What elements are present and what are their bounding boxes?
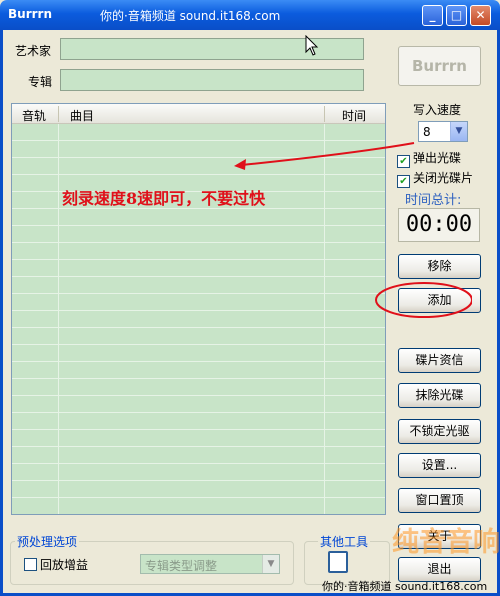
checkbox-check-icon[interactable]: ✔ (397, 155, 410, 168)
total-time-panel: 时间总计: 00:00 (397, 188, 481, 244)
watermark-logo: 纯音音响 (392, 527, 500, 558)
album-field[interactable] (60, 69, 364, 91)
annotation-text: 刻录速度8速即可，不要过快 (62, 189, 266, 208)
total-time-label: 时间总计: (405, 193, 462, 208)
cd-info-button[interactable]: 碟片资信 (398, 348, 481, 373)
annotation-circle (375, 282, 472, 318)
column-track[interactable]: 音轨 (22, 107, 46, 124)
track-list-header: 音轨 曲目 时间 (12, 104, 385, 124)
replay-gain-checkbox[interactable]: 回放增益 (24, 556, 88, 573)
preprocess-title: 预处理选项 (15, 533, 80, 550)
total-time-display: 00:00 (398, 208, 480, 242)
close-disc-checkbox[interactable]: ✔ 关闭光碟片 (397, 169, 473, 188)
column-title[interactable]: 曲目 (70, 107, 94, 124)
chevron-down-icon[interactable]: ▼ (262, 555, 279, 573)
title-bar[interactable]: Burrrn 你的·音箱频道 sound.it168.com _ □ ✕ (0, 0, 500, 30)
always-on-top-button[interactable]: 窗口置顶 (398, 488, 481, 513)
track-list-rows[interactable] (12, 124, 385, 514)
window-title: Burrrn (8, 7, 52, 21)
annotation-arrow (234, 142, 415, 170)
album-label: 专辑 (28, 75, 53, 89)
close-disc-label: 关闭光碟片 (413, 171, 474, 185)
title-watermark: 你的·音箱频道 sound.it168.com (100, 9, 281, 23)
gain-mode-value: 专辑类型调整 (145, 559, 218, 573)
unlock-drive-button[interactable]: 不锁定光驱 (398, 419, 481, 444)
artist-label: 艺术家 (15, 44, 52, 58)
minimize-button[interactable]: _ (422, 5, 443, 26)
maximize-button[interactable]: □ (446, 5, 467, 26)
burn-button[interactable]: Burrrn (398, 46, 481, 86)
mouse-cursor-icon (305, 35, 319, 56)
other-tools-title: 其他工具 (318, 533, 371, 550)
watermark-footer: 你的·音箱频道 sound.it168.com (322, 580, 488, 593)
settings-button[interactable]: 设置... (398, 453, 481, 478)
erase-disc-button[interactable]: 抹除光碟 (398, 383, 481, 408)
close-button[interactable]: ✕ (470, 5, 491, 26)
eject-label: 弹出光碟 (413, 151, 462, 165)
checkbox-empty-icon[interactable] (24, 558, 37, 571)
chevron-down-icon[interactable]: ▼ (450, 122, 467, 141)
replay-gain-label: 回放增益 (40, 558, 89, 572)
eject-checkbox[interactable]: ✔ 弹出光碟 (397, 149, 461, 168)
write-speed-value: 8 (423, 125, 431, 139)
gain-mode-select[interactable]: 专辑类型调整 ▼ (140, 554, 280, 574)
remove-button[interactable]: 移除 (398, 254, 481, 279)
write-speed-select[interactable]: 8 ▼ (418, 121, 468, 142)
checkbox-check-icon[interactable]: ✔ (397, 175, 410, 188)
tool-icon[interactable] (328, 551, 348, 573)
column-time[interactable]: 时间 (342, 107, 366, 124)
write-speed-label: 写入速度 (413, 103, 462, 117)
